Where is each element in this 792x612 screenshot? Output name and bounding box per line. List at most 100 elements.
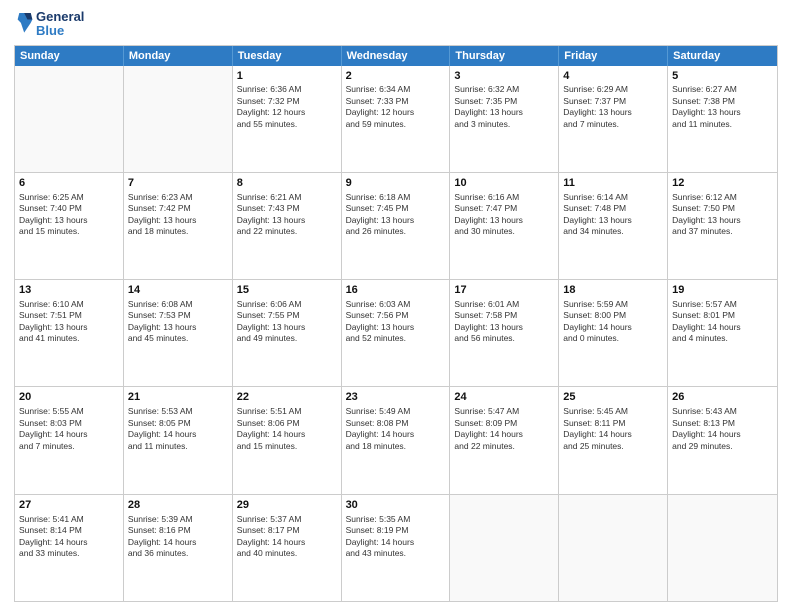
cell-line: Sunrise: 6:36 AM <box>237 84 337 95</box>
cell-line: Sunset: 8:13 PM <box>672 418 773 429</box>
calendar-cell: 30Sunrise: 5:35 AMSunset: 8:19 PMDayligh… <box>342 495 451 601</box>
cell-line: Daylight: 13 hours <box>454 322 554 333</box>
cell-line: Sunset: 7:33 PM <box>346 96 446 107</box>
cell-line: Daylight: 13 hours <box>454 107 554 118</box>
calendar-cell: 17Sunrise: 6:01 AMSunset: 7:58 PMDayligh… <box>450 280 559 386</box>
cell-line: and 29 minutes. <box>672 441 773 452</box>
cell-line: Sunset: 7:56 PM <box>346 310 446 321</box>
calendar-cell: 19Sunrise: 5:57 AMSunset: 8:01 PMDayligh… <box>668 280 777 386</box>
cell-line: Sunrise: 6:25 AM <box>19 192 119 203</box>
day-number: 1 <box>237 69 337 84</box>
day-number: 28 <box>128 498 228 513</box>
calendar-header-cell: Saturday <box>668 46 777 66</box>
calendar-cell: 4Sunrise: 6:29 AMSunset: 7:37 PMDaylight… <box>559 66 668 172</box>
cell-line: Daylight: 14 hours <box>19 537 119 548</box>
cell-line: and 40 minutes. <box>237 548 337 559</box>
cell-line: Daylight: 13 hours <box>19 322 119 333</box>
cell-line: Sunrise: 6:34 AM <box>346 84 446 95</box>
day-number: 10 <box>454 176 554 191</box>
cell-line: Sunrise: 6:12 AM <box>672 192 773 203</box>
cell-line: Sunset: 7:48 PM <box>563 203 663 214</box>
day-number: 3 <box>454 69 554 84</box>
calendar-cell <box>124 66 233 172</box>
cell-line: Sunrise: 5:57 AM <box>672 299 773 310</box>
calendar: SundayMondayTuesdayWednesdayThursdayFrid… <box>14 45 778 602</box>
cell-line: Daylight: 13 hours <box>346 215 446 226</box>
calendar-cell: 3Sunrise: 6:32 AMSunset: 7:35 PMDaylight… <box>450 66 559 172</box>
cell-line: Daylight: 13 hours <box>237 322 337 333</box>
calendar-cell: 10Sunrise: 6:16 AMSunset: 7:47 PMDayligh… <box>450 173 559 279</box>
calendar-row: 20Sunrise: 5:55 AMSunset: 8:03 PMDayligh… <box>15 386 777 493</box>
logo-icon <box>16 11 34 33</box>
cell-line: Sunrise: 6:32 AM <box>454 84 554 95</box>
cell-line: Sunrise: 5:51 AM <box>237 406 337 417</box>
cell-line: and 22 minutes. <box>454 441 554 452</box>
cell-line: and 22 minutes. <box>237 226 337 237</box>
calendar-cell: 26Sunrise: 5:43 AMSunset: 8:13 PMDayligh… <box>668 387 777 493</box>
cell-line: Sunset: 7:40 PM <box>19 203 119 214</box>
page: General Blue SundayMondayTuesdayWednesda… <box>0 0 792 612</box>
calendar-cell: 27Sunrise: 5:41 AMSunset: 8:14 PMDayligh… <box>15 495 124 601</box>
cell-line: and 59 minutes. <box>346 119 446 130</box>
day-number: 25 <box>563 390 663 405</box>
calendar-cell: 7Sunrise: 6:23 AMSunset: 7:42 PMDaylight… <box>124 173 233 279</box>
cell-line: Sunrise: 5:49 AM <box>346 406 446 417</box>
day-number: 4 <box>563 69 663 84</box>
cell-line: Daylight: 14 hours <box>237 429 337 440</box>
cell-line: and 34 minutes. <box>563 226 663 237</box>
logo-text-blue: Blue <box>36 24 84 38</box>
day-number: 6 <box>19 176 119 191</box>
cell-line: Sunset: 8:08 PM <box>346 418 446 429</box>
calendar-row: 13Sunrise: 6:10 AMSunset: 7:51 PMDayligh… <box>15 279 777 386</box>
day-number: 19 <box>672 283 773 298</box>
day-number: 14 <box>128 283 228 298</box>
calendar-cell: 24Sunrise: 5:47 AMSunset: 8:09 PMDayligh… <box>450 387 559 493</box>
cell-line: Sunrise: 5:55 AM <box>19 406 119 417</box>
cell-line: and 49 minutes. <box>237 333 337 344</box>
cell-line: Daylight: 12 hours <box>237 107 337 118</box>
cell-line: Sunset: 8:03 PM <box>19 418 119 429</box>
cell-line: and 41 minutes. <box>19 333 119 344</box>
calendar-cell <box>15 66 124 172</box>
cell-line: and 55 minutes. <box>237 119 337 130</box>
cell-line: Sunrise: 5:45 AM <box>563 406 663 417</box>
cell-line: and 15 minutes. <box>19 226 119 237</box>
cell-line: Sunset: 8:14 PM <box>19 525 119 536</box>
calendar-cell: 6Sunrise: 6:25 AMSunset: 7:40 PMDaylight… <box>15 173 124 279</box>
cell-line: Sunrise: 5:43 AM <box>672 406 773 417</box>
cell-line: Daylight: 14 hours <box>563 322 663 333</box>
cell-line: Sunset: 7:35 PM <box>454 96 554 107</box>
day-number: 7 <box>128 176 228 191</box>
day-number: 9 <box>346 176 446 191</box>
cell-line: Daylight: 13 hours <box>672 215 773 226</box>
cell-line: Daylight: 14 hours <box>237 537 337 548</box>
cell-line: Sunset: 8:17 PM <box>237 525 337 536</box>
cell-line: Sunset: 7:37 PM <box>563 96 663 107</box>
calendar-cell: 9Sunrise: 6:18 AMSunset: 7:45 PMDaylight… <box>342 173 451 279</box>
day-number: 21 <box>128 390 228 405</box>
cell-line: and 11 minutes. <box>672 119 773 130</box>
cell-line: Sunrise: 6:16 AM <box>454 192 554 203</box>
calendar-cell <box>559 495 668 601</box>
cell-line: Sunrise: 5:47 AM <box>454 406 554 417</box>
cell-line: Daylight: 13 hours <box>237 215 337 226</box>
calendar-cell: 1Sunrise: 6:36 AMSunset: 7:32 PMDaylight… <box>233 66 342 172</box>
cell-line: Sunset: 7:45 PM <box>346 203 446 214</box>
cell-line: Daylight: 13 hours <box>672 107 773 118</box>
day-number: 15 <box>237 283 337 298</box>
cell-line: Daylight: 14 hours <box>672 322 773 333</box>
calendar-header-cell: Friday <box>559 46 668 66</box>
cell-line: Sunrise: 5:35 AM <box>346 514 446 525</box>
cell-line: Sunset: 8:06 PM <box>237 418 337 429</box>
cell-line: Sunset: 8:11 PM <box>563 418 663 429</box>
calendar-cell: 22Sunrise: 5:51 AMSunset: 8:06 PMDayligh… <box>233 387 342 493</box>
cell-line: Sunset: 7:43 PM <box>237 203 337 214</box>
cell-line: Sunrise: 6:10 AM <box>19 299 119 310</box>
calendar-header-cell: Thursday <box>450 46 559 66</box>
cell-line: Daylight: 14 hours <box>19 429 119 440</box>
cell-line: Sunset: 7:50 PM <box>672 203 773 214</box>
cell-line: and 3 minutes. <box>454 119 554 130</box>
cell-line: Daylight: 14 hours <box>346 537 446 548</box>
calendar-cell: 23Sunrise: 5:49 AMSunset: 8:08 PMDayligh… <box>342 387 451 493</box>
cell-line: Sunrise: 5:39 AM <box>128 514 228 525</box>
